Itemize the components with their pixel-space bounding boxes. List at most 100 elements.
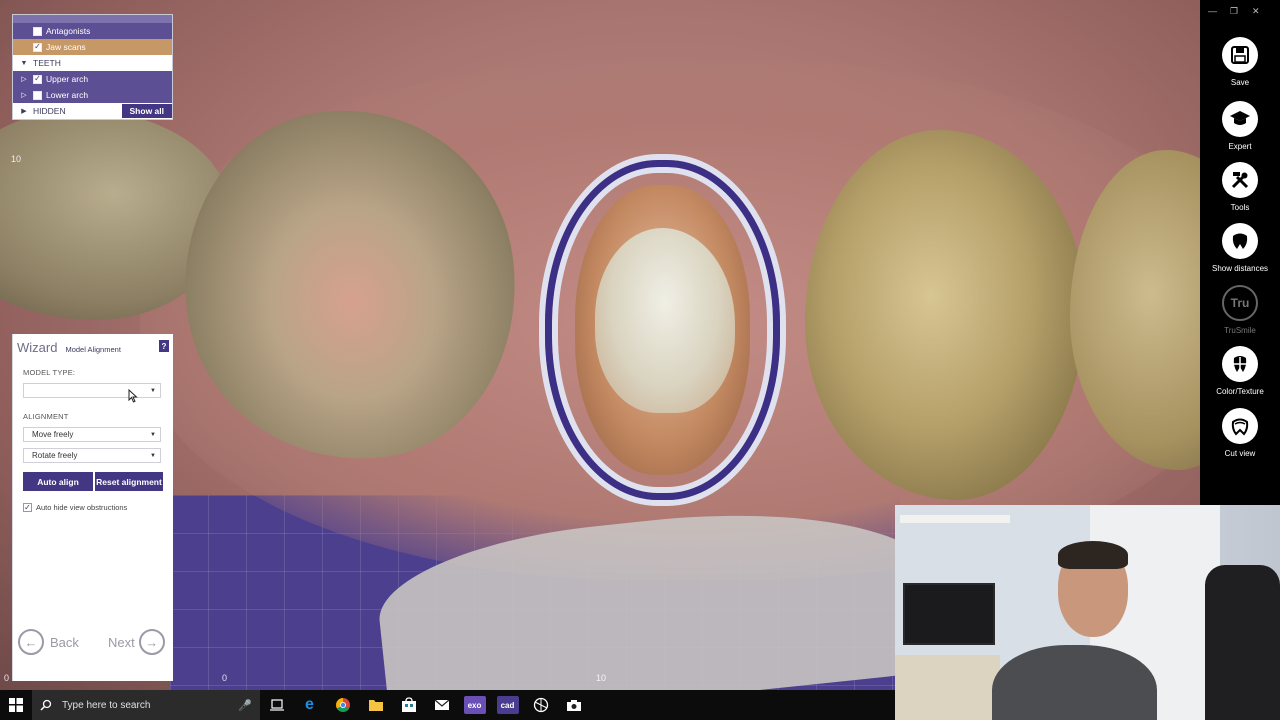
taskbar-search-box[interactable]: Type here to search 🎤: [32, 690, 260, 720]
dropdown-arrow-icon: ▼: [150, 452, 156, 459]
taskbar-app-circle[interactable]: [524, 690, 557, 720]
graduation-cap-icon: [1222, 101, 1258, 137]
store-icon: [401, 697, 416, 712]
chevron-down-icon[interactable]: ▼: [19, 60, 29, 67]
windows-start-button[interactable]: [0, 690, 32, 720]
tree-group-hidden[interactable]: ▶ HIDDEN Show all: [13, 103, 172, 119]
circle-app-icon: [533, 697, 548, 713]
tool-save[interactable]: Save: [1200, 37, 1280, 87]
tree-item-antagonists[interactable]: Antagonists: [13, 23, 172, 39]
search-icon: [40, 699, 52, 711]
checkbox-checked[interactable]: ✓: [23, 503, 32, 512]
chevron-right-icon[interactable]: ▶: [19, 107, 29, 115]
tree-item-label: Antagonists: [46, 26, 91, 36]
windows-taskbar: Type here to search 🎤 e exo cad: [0, 690, 895, 720]
tree-group-label: TEETH: [33, 58, 61, 68]
axis-label: 10: [596, 673, 607, 683]
auto-hide-checkbox[interactable]: ✓ Auto hide view obstructions: [23, 503, 127, 512]
axis-label: 0: [222, 673, 228, 683]
tool-tools[interactable]: Tools: [1200, 162, 1280, 212]
checkbox[interactable]: [33, 26, 42, 36]
wrench-hammer-icon: [1222, 162, 1258, 198]
windows-logo-icon: [9, 698, 23, 712]
model-type-select[interactable]: ▼: [23, 383, 161, 398]
tool-show-distances[interactable]: Show distances: [1200, 223, 1280, 273]
search-placeholder: Type here to search: [62, 699, 151, 711]
back-button[interactable]: ← Back: [18, 629, 79, 655]
webcam-chair: [1205, 565, 1280, 720]
preparation-margin-line[interactable]: [545, 160, 780, 500]
model-type-label: MODEL TYPE:: [23, 368, 76, 377]
rotate-mode-select[interactable]: Rotate freely ▼: [23, 448, 161, 463]
show-all-button[interactable]: Show all: [121, 104, 172, 118]
restore-icon[interactable]: ❐: [1230, 6, 1238, 17]
tree-item-lower-arch[interactable]: ▷ Lower arch: [13, 87, 172, 103]
taskbar-cad[interactable]: cad: [491, 690, 524, 720]
taskbar-edge[interactable]: e: [293, 690, 326, 720]
color-texture-icon: [1222, 346, 1258, 382]
tree-row-partial: [13, 15, 172, 23]
tooth-right-molar: [805, 130, 1085, 500]
scene-tree-panel: Antagonists ✓ Jaw scans ▼ TEETH ▷ ✓ Uppe…: [12, 14, 173, 120]
right-toolbar: — ❐ ✕ Save Expert Tools Show distances T…: [1200, 0, 1280, 505]
taskbar-exo[interactable]: exo: [458, 690, 491, 720]
tooth-cut-icon: [1222, 408, 1258, 444]
tooth-distance-icon: [1222, 223, 1258, 259]
save-icon: [1222, 37, 1258, 73]
wizard-title: Wizard: [17, 340, 58, 355]
close-icon[interactable]: ✕: [1252, 6, 1260, 17]
tree-item-label: Lower arch: [46, 90, 89, 100]
axis-label: 0: [4, 673, 10, 683]
tool-cut-view[interactable]: Cut view: [1200, 408, 1280, 458]
alignment-label: ALIGNMENT: [23, 412, 69, 421]
webcam-shelf: [900, 515, 1010, 523]
chevron-right-icon[interactable]: ▷: [19, 91, 29, 99]
task-view-icon: [269, 699, 284, 711]
arrow-right-icon: →: [138, 629, 165, 655]
webcam-tv: [903, 583, 995, 645]
move-mode-select[interactable]: Move freely ▼: [23, 427, 161, 442]
tree-group-teeth[interactable]: ▼ TEETH: [13, 55, 172, 71]
auto-align-button[interactable]: Auto align: [23, 472, 93, 491]
wizard-step-title: Model Alignment: [65, 345, 121, 354]
checkbox-checked[interactable]: ✓: [33, 42, 42, 52]
mail-icon: [434, 699, 449, 710]
tool-trusmile: Tru TruSmile: [1200, 285, 1280, 335]
wizard-panel: Wizard Model Alignment ? MODEL TYPE: ▼ A…: [12, 334, 173, 681]
tree-item-upper-arch[interactable]: ▷ ✓ Upper arch: [13, 71, 172, 87]
tool-expert[interactable]: Expert: [1200, 101, 1280, 151]
axis-label: 10: [11, 154, 22, 164]
auto-hide-label: Auto hide view obstructions: [36, 503, 128, 512]
checkbox[interactable]: [33, 90, 42, 100]
task-view-button[interactable]: [260, 690, 293, 720]
dropdown-arrow-icon: ▼: [150, 431, 156, 438]
webcam-person-body: [992, 645, 1157, 720]
webcam-cabinet: [895, 655, 1000, 720]
webcam-person-hair: [1058, 541, 1128, 569]
folder-icon: [368, 700, 383, 711]
next-button[interactable]: Next →: [108, 629, 165, 655]
microphone-icon[interactable]: 🎤: [238, 699, 252, 712]
camera-icon: [566, 699, 581, 711]
taskbar-mail[interactable]: [425, 690, 458, 720]
chevron-right-icon[interactable]: ▷: [19, 75, 29, 83]
taskbar-file-explorer[interactable]: [359, 690, 392, 720]
chrome-icon: [335, 698, 350, 712]
cad-app-icon: cad: [496, 696, 519, 714]
help-button[interactable]: ?: [159, 340, 169, 352]
minimize-icon[interactable]: —: [1208, 6, 1217, 16]
tool-color-texture[interactable]: Color/Texture: [1200, 346, 1280, 396]
taskbar-chrome[interactable]: [326, 690, 359, 720]
webcam-overlay: [895, 505, 1280, 720]
checkbox-checked[interactable]: ✓: [33, 74, 42, 84]
tree-item-jaw-scans[interactable]: ✓ Jaw scans: [13, 39, 172, 55]
taskbar-camera[interactable]: [557, 690, 590, 720]
taskbar-store[interactable]: [392, 690, 425, 720]
tree-group-label: HIDDEN: [33, 106, 66, 116]
reset-alignment-button[interactable]: Reset alignment: [95, 472, 163, 491]
tree-item-label: Jaw scans: [46, 42, 86, 52]
dropdown-arrow-icon: ▼: [150, 387, 156, 394]
mouse-cursor-icon: [128, 389, 138, 403]
tree-item-label: Upper arch: [46, 74, 89, 84]
trusmile-icon: Tru: [1222, 285, 1258, 321]
